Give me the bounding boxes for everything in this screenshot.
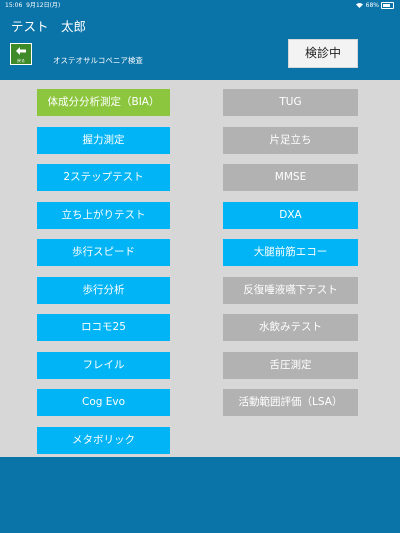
test-button-left-7[interactable]: ロコモ25: [37, 314, 170, 341]
wifi-icon: [355, 3, 363, 8]
test-button-right-3[interactable]: MMSE: [223, 164, 358, 191]
status-time: 15:06 9月12日(月): [5, 0, 60, 12]
status-date: 9月12日(月): [26, 2, 61, 9]
battery-icon: [381, 2, 394, 9]
test-button-right-5[interactable]: 大腿前筋エコー: [223, 239, 358, 266]
test-button-right-9[interactable]: 活動範囲評価（LSA）: [223, 389, 358, 416]
test-button-left-4[interactable]: 立ち上がりテスト: [37, 201, 170, 229]
status-indicators: 68%: [355, 0, 394, 12]
test-button-left-10[interactable]: メタボリック: [37, 426, 170, 454]
test-button-right-6[interactable]: 反復唾液嚥下テスト: [223, 276, 358, 304]
test-button-left-3[interactable]: 2ステップテスト: [37, 164, 170, 191]
test-button-right-4[interactable]: DXA: [223, 201, 358, 229]
screen-title: オステオサルコペニア検査: [53, 56, 143, 65]
back-label: 戻る: [17, 58, 25, 63]
test-button-left-9[interactable]: Cog Evo: [37, 389, 170, 416]
test-button-left-1[interactable]: 体成分分析測定（BIA）: [37, 89, 170, 116]
back-arrow-icon: [16, 47, 26, 55]
test-button-right-2[interactable]: 片足立ち: [223, 126, 358, 154]
test-button-right-7[interactable]: 水飲みテスト: [223, 314, 358, 341]
status-bar: 15:06 9月12日(月) 68%: [0, 0, 400, 12]
test-button-right-1[interactable]: TUG: [223, 89, 358, 116]
test-button-left-6[interactable]: 歩行分析: [37, 276, 170, 304]
test-button-left-2[interactable]: 握力測定: [37, 126, 170, 154]
test-button-left-5[interactable]: 歩行スピード: [37, 239, 170, 266]
battery-percent: 68%: [365, 2, 379, 9]
status-clock: 15:06: [5, 2, 23, 9]
test-button-left-8[interactable]: フレイル: [37, 351, 170, 379]
exam-status-button[interactable]: 検診中: [288, 39, 358, 68]
patient-name: テスト 太郎: [11, 19, 87, 34]
test-menu-panel: 体成分分析測定（BIA） 握力測定 2ステップテスト 立ち上がりテスト 歩行スピード 歩行…: [0, 80, 400, 457]
test-button-right-8[interactable]: 舌圧測定: [223, 351, 358, 379]
back-button[interactable]: 戻る: [10, 43, 32, 65]
